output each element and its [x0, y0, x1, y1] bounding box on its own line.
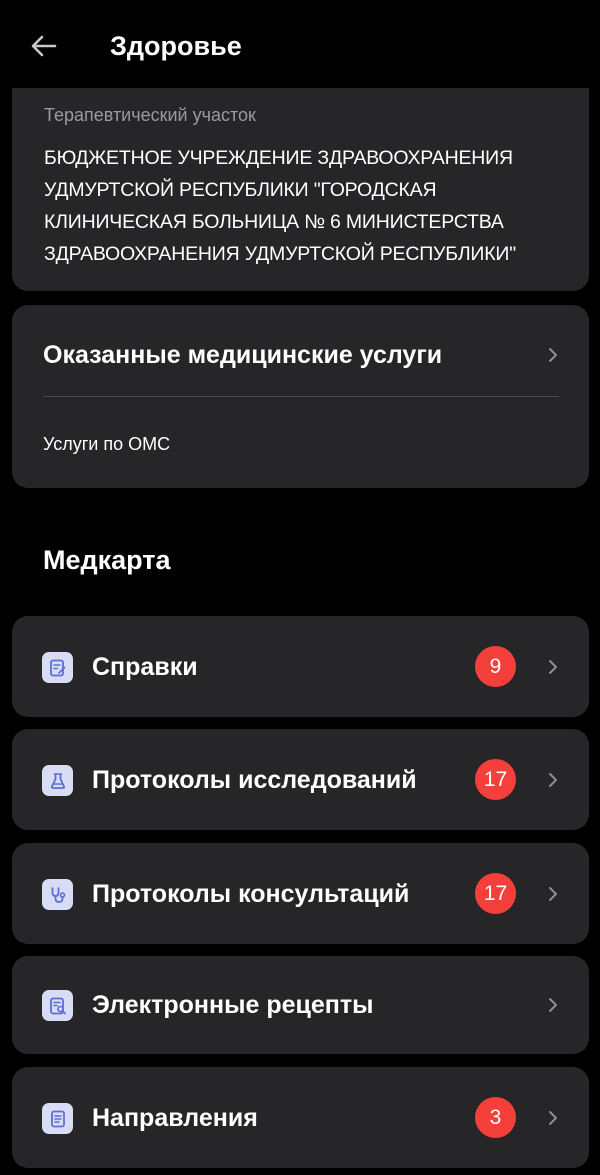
count-badge: 17	[475, 873, 516, 914]
medcard-item-consultation-protocols[interactable]: Протоколы консультаций 17	[12, 843, 589, 944]
chevron-right-icon	[546, 1108, 560, 1128]
app-header: Здоровье	[0, 0, 600, 88]
chevron-right-icon	[546, 884, 560, 904]
services-oms-link[interactable]: Услуги по ОМС	[43, 431, 170, 457]
medcard-section-title: Медкарта	[43, 545, 171, 575]
chevron-right-icon	[546, 995, 560, 1015]
district-card: Терапевтический участок БЮДЖЕТНОЕ УЧРЕЖД…	[12, 88, 589, 291]
services-title: Оказанные медицинские услуги	[43, 341, 443, 369]
medcard-item-label: Направления	[92, 1104, 258, 1132]
stethoscope-icon	[42, 879, 73, 910]
count-badge: 9	[475, 646, 516, 687]
chevron-right-icon	[546, 345, 560, 365]
arrow-left-icon	[31, 35, 57, 57]
medcard-item-certificates[interactable]: Справки 9	[12, 616, 589, 717]
chevron-right-icon	[546, 657, 560, 677]
medcard-item-label: Справки	[92, 653, 198, 681]
chevron-right-icon	[546, 770, 560, 790]
medcard-item-label: Протоколы исследований	[92, 766, 417, 794]
prescription-icon	[42, 990, 73, 1021]
back-button[interactable]	[24, 26, 64, 66]
district-value: БЮДЖЕТНОЕ УЧРЕЖДЕНИЕ ЗДРАВООХРАНЕНИЯ УДМ…	[44, 147, 516, 265]
certificate-icon	[42, 652, 73, 683]
services-card[interactable]: Оказанные медицинские услуги Услуги по О…	[12, 305, 589, 488]
district-label: Терапевтический участок	[44, 105, 256, 125]
medcard-item-research-protocols[interactable]: Протоколы исследований 17	[12, 729, 589, 830]
medcard-item-label: Протоколы консультаций	[92, 880, 410, 908]
services-divider	[43, 396, 559, 397]
flask-icon	[42, 765, 73, 796]
count-badge: 3	[475, 1097, 516, 1138]
medcard-item-label: Электронные рецепты	[92, 991, 374, 1019]
document-icon	[42, 1103, 73, 1134]
medcard-item-e-prescriptions[interactable]: Электронные рецепты	[12, 956, 589, 1054]
page-title: Здоровье	[110, 31, 242, 61]
medcard-item-referrals[interactable]: Направления 3	[12, 1067, 589, 1168]
count-badge: 17	[475, 759, 516, 800]
